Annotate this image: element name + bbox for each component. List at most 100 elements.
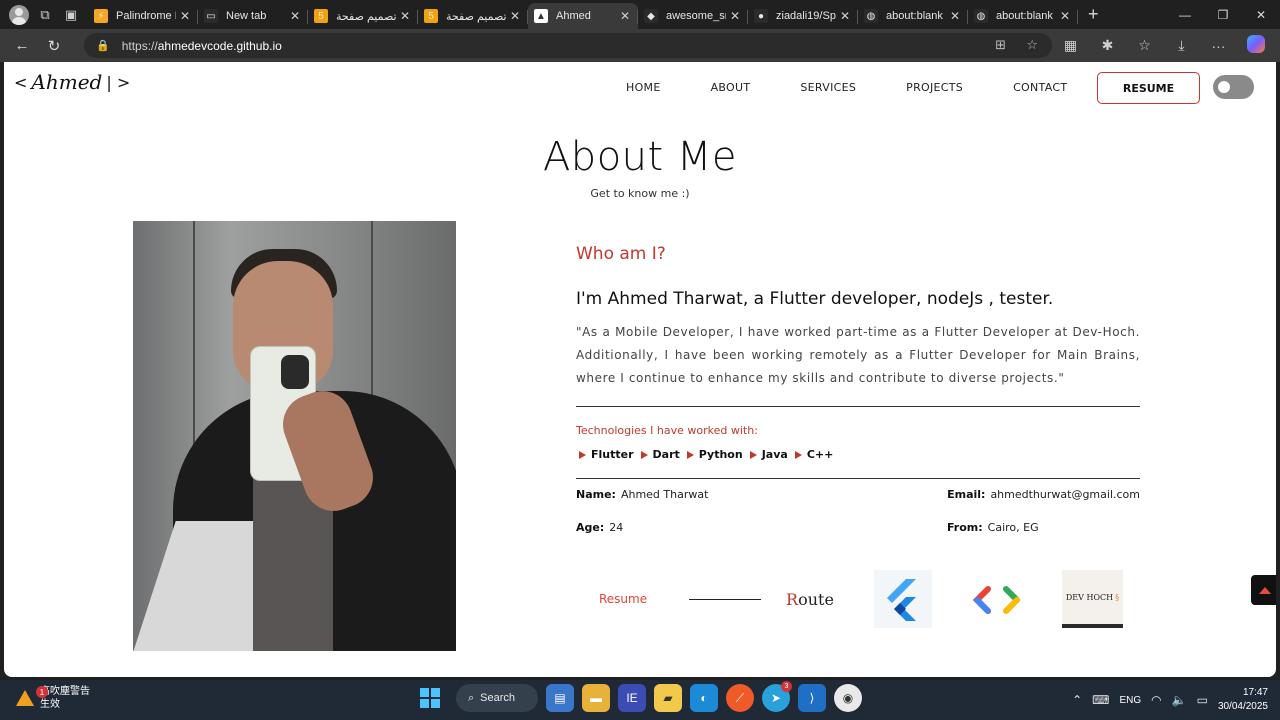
extensions-icon[interactable]: ✱: [1089, 37, 1126, 54]
start-button[interactable]: [420, 688, 440, 708]
arrow-right-icon: [794, 450, 802, 459]
nav-link-home[interactable]: HOME: [626, 81, 661, 94]
window-controls: — ❐ ✕: [1166, 0, 1280, 29]
browser-tab[interactable]: ● ziadali19/Spa ✕: [748, 3, 858, 29]
favorites-icon[interactable]: ☆: [1126, 37, 1163, 54]
clock[interactable]: 17:47 30/04/2025: [1218, 686, 1268, 714]
nav-link-services[interactable]: SERVICES: [800, 81, 856, 94]
browser-tab[interactable]: 5 تصميم صفحة ✕: [418, 3, 528, 29]
nav-link-contact[interactable]: CONTACT: [1013, 81, 1067, 94]
lock-icon: 🔒: [96, 40, 110, 52]
chevron-up-icon[interactable]: ⌃: [1072, 693, 1082, 707]
workspaces-icon[interactable]: ⧉: [32, 2, 58, 28]
battery-icon[interactable]: ▭: [1197, 693, 1208, 707]
browser-tab[interactable]: ▲ Ahmed ✕: [528, 3, 638, 29]
logo-signature: Ahmed: [31, 70, 103, 94]
scroll-to-top-button[interactable]: [1251, 575, 1276, 605]
minimize-button[interactable]: —: [1166, 0, 1204, 29]
arrow-right-icon: [686, 450, 694, 459]
clock-date: 30/04/2025: [1217, 701, 1268, 712]
keyboard-icon[interactable]: ⌨: [1092, 693, 1109, 707]
who-am-i-heading: Who am I?: [576, 244, 666, 264]
technology-item: Flutter: [579, 448, 634, 461]
profile-avatar[interactable]: [6, 2, 32, 28]
resume-link[interactable]: Resume: [599, 592, 647, 606]
telegram-icon[interactable]: ➤ 3: [762, 681, 792, 712]
nav-link-projects[interactable]: PROJECTS: [906, 81, 963, 94]
tab-favicon: ▭: [204, 9, 218, 23]
vscode-icon[interactable]: ⟩: [798, 684, 826, 712]
more-menu-icon[interactable]: ···: [1200, 38, 1237, 54]
tab-favicon: ◍: [864, 9, 878, 23]
browser-tab[interactable]: ◆ awesome_sna ✕: [638, 3, 748, 29]
maximize-button[interactable]: ❐: [1204, 0, 1242, 29]
site-logo[interactable]: < Ahmed | >: [14, 70, 130, 94]
info-email: Email: ahmedthurwat@gmail.com: [947, 488, 1140, 501]
volume-icon[interactable]: 🔈: [1172, 693, 1187, 707]
close-tab-icon[interactable]: ✕: [510, 9, 522, 23]
bio-paragraph: "As a Mobile Developer, I have worked pa…: [576, 325, 1140, 385]
arrow-right-icon: [640, 450, 648, 459]
avatar: [9, 4, 29, 25]
browser-tab[interactable]: ◍ about:blank ✕: [858, 3, 968, 29]
technologies-title: Technologies I have worked with:: [576, 424, 758, 437]
close-tab-icon[interactable]: ✕: [1060, 9, 1072, 23]
tab-favicon: ◆: [644, 9, 658, 23]
brave-app-icon[interactable]: ⟋: [726, 684, 754, 712]
arrow-right-icon: [749, 450, 757, 459]
close-tab-icon[interactable]: ✕: [840, 9, 852, 23]
tab-favicon: ⚡: [94, 9, 108, 23]
nav-link-about[interactable]: ABOUT: [711, 81, 751, 94]
close-window-button[interactable]: ✕: [1242, 0, 1280, 29]
browser-tab[interactable]: 5 تصميم صفحة ✕: [308, 3, 418, 29]
tab-title: about:blank: [996, 10, 1053, 22]
tab-favicon: ●: [754, 9, 768, 23]
resume-line: [689, 599, 761, 600]
theme-toggle[interactable]: [1213, 75, 1254, 99]
new-tab-button[interactable]: +: [1088, 4, 1099, 25]
copilot-icon[interactable]: [1237, 35, 1274, 56]
resume-button[interactable]: RESUME: [1097, 72, 1200, 104]
close-tab-icon[interactable]: ✕: [400, 9, 412, 23]
favorite-star-icon[interactable]: ☆: [1026, 37, 1038, 53]
close-tab-icon[interactable]: ✕: [180, 9, 192, 23]
divider: [576, 478, 1140, 479]
browser-tab[interactable]: ▭ New tab ✕: [198, 3, 308, 29]
close-tab-icon[interactable]: ✕: [290, 9, 302, 23]
tab-actions-icon[interactable]: ▣: [58, 2, 84, 28]
weather-warning-widget[interactable]: 1 高吹塵警告 生效: [16, 685, 90, 711]
downloads-icon[interactable]: ⤓: [1163, 37, 1200, 54]
devhoch-logo: DEV HOCH §: [1062, 570, 1123, 628]
reload-button[interactable]: ↻: [40, 32, 68, 60]
chrome-icon[interactable]: ◉: [834, 684, 862, 712]
taskbar-search[interactable]: ⌕ Search: [456, 684, 538, 712]
address-bar[interactable]: 🔒 https://ahmedevcode.github.io ⊞ ☆: [84, 33, 1052, 58]
browser-tab[interactable]: ⚡ Palindrome N ✕: [88, 3, 198, 29]
close-tab-icon[interactable]: ✕: [620, 9, 632, 23]
qr-icon[interactable]: ▦: [1052, 37, 1089, 54]
file-explorer-icon[interactable]: ▬: [582, 684, 610, 712]
close-tab-icon[interactable]: ✕: [950, 9, 962, 23]
language-indicator[interactable]: ENG: [1119, 695, 1141, 706]
technologies-list: Flutter Dart Python Java C++: [579, 448, 833, 461]
edge-browser-icon[interactable]: ◐: [690, 684, 718, 712]
browser-tab[interactable]: ◍ about:blank ✕: [968, 3, 1078, 29]
wifi-icon[interactable]: ◠: [1151, 693, 1161, 707]
google-developers-logo: [970, 580, 1026, 620]
flutter-logo: [874, 570, 932, 628]
app-available-icon[interactable]: ⊞: [995, 37, 1006, 53]
technology-item: Dart: [640, 448, 680, 461]
ie-app-icon[interactable]: IE: [618, 684, 646, 712]
tab-title: تصميم صفحة: [336, 10, 396, 23]
warning-subtitle: 生效: [40, 699, 60, 710]
logo-left-bracket: <: [14, 72, 28, 92]
tab-title: Ahmed: [556, 10, 591, 22]
tab-title: ziadali19/Spa: [776, 10, 836, 22]
widgets-app-icon[interactable]: ▤: [546, 684, 574, 712]
back-button[interactable]: ←: [8, 32, 36, 60]
google-developers-mark: [972, 586, 1020, 614]
clock-time: 17:47: [1242, 687, 1268, 698]
close-tab-icon[interactable]: ✕: [730, 9, 742, 23]
sticky-notes-icon[interactable]: ▰: [654, 684, 682, 712]
page-title: About Me: [542, 134, 738, 180]
